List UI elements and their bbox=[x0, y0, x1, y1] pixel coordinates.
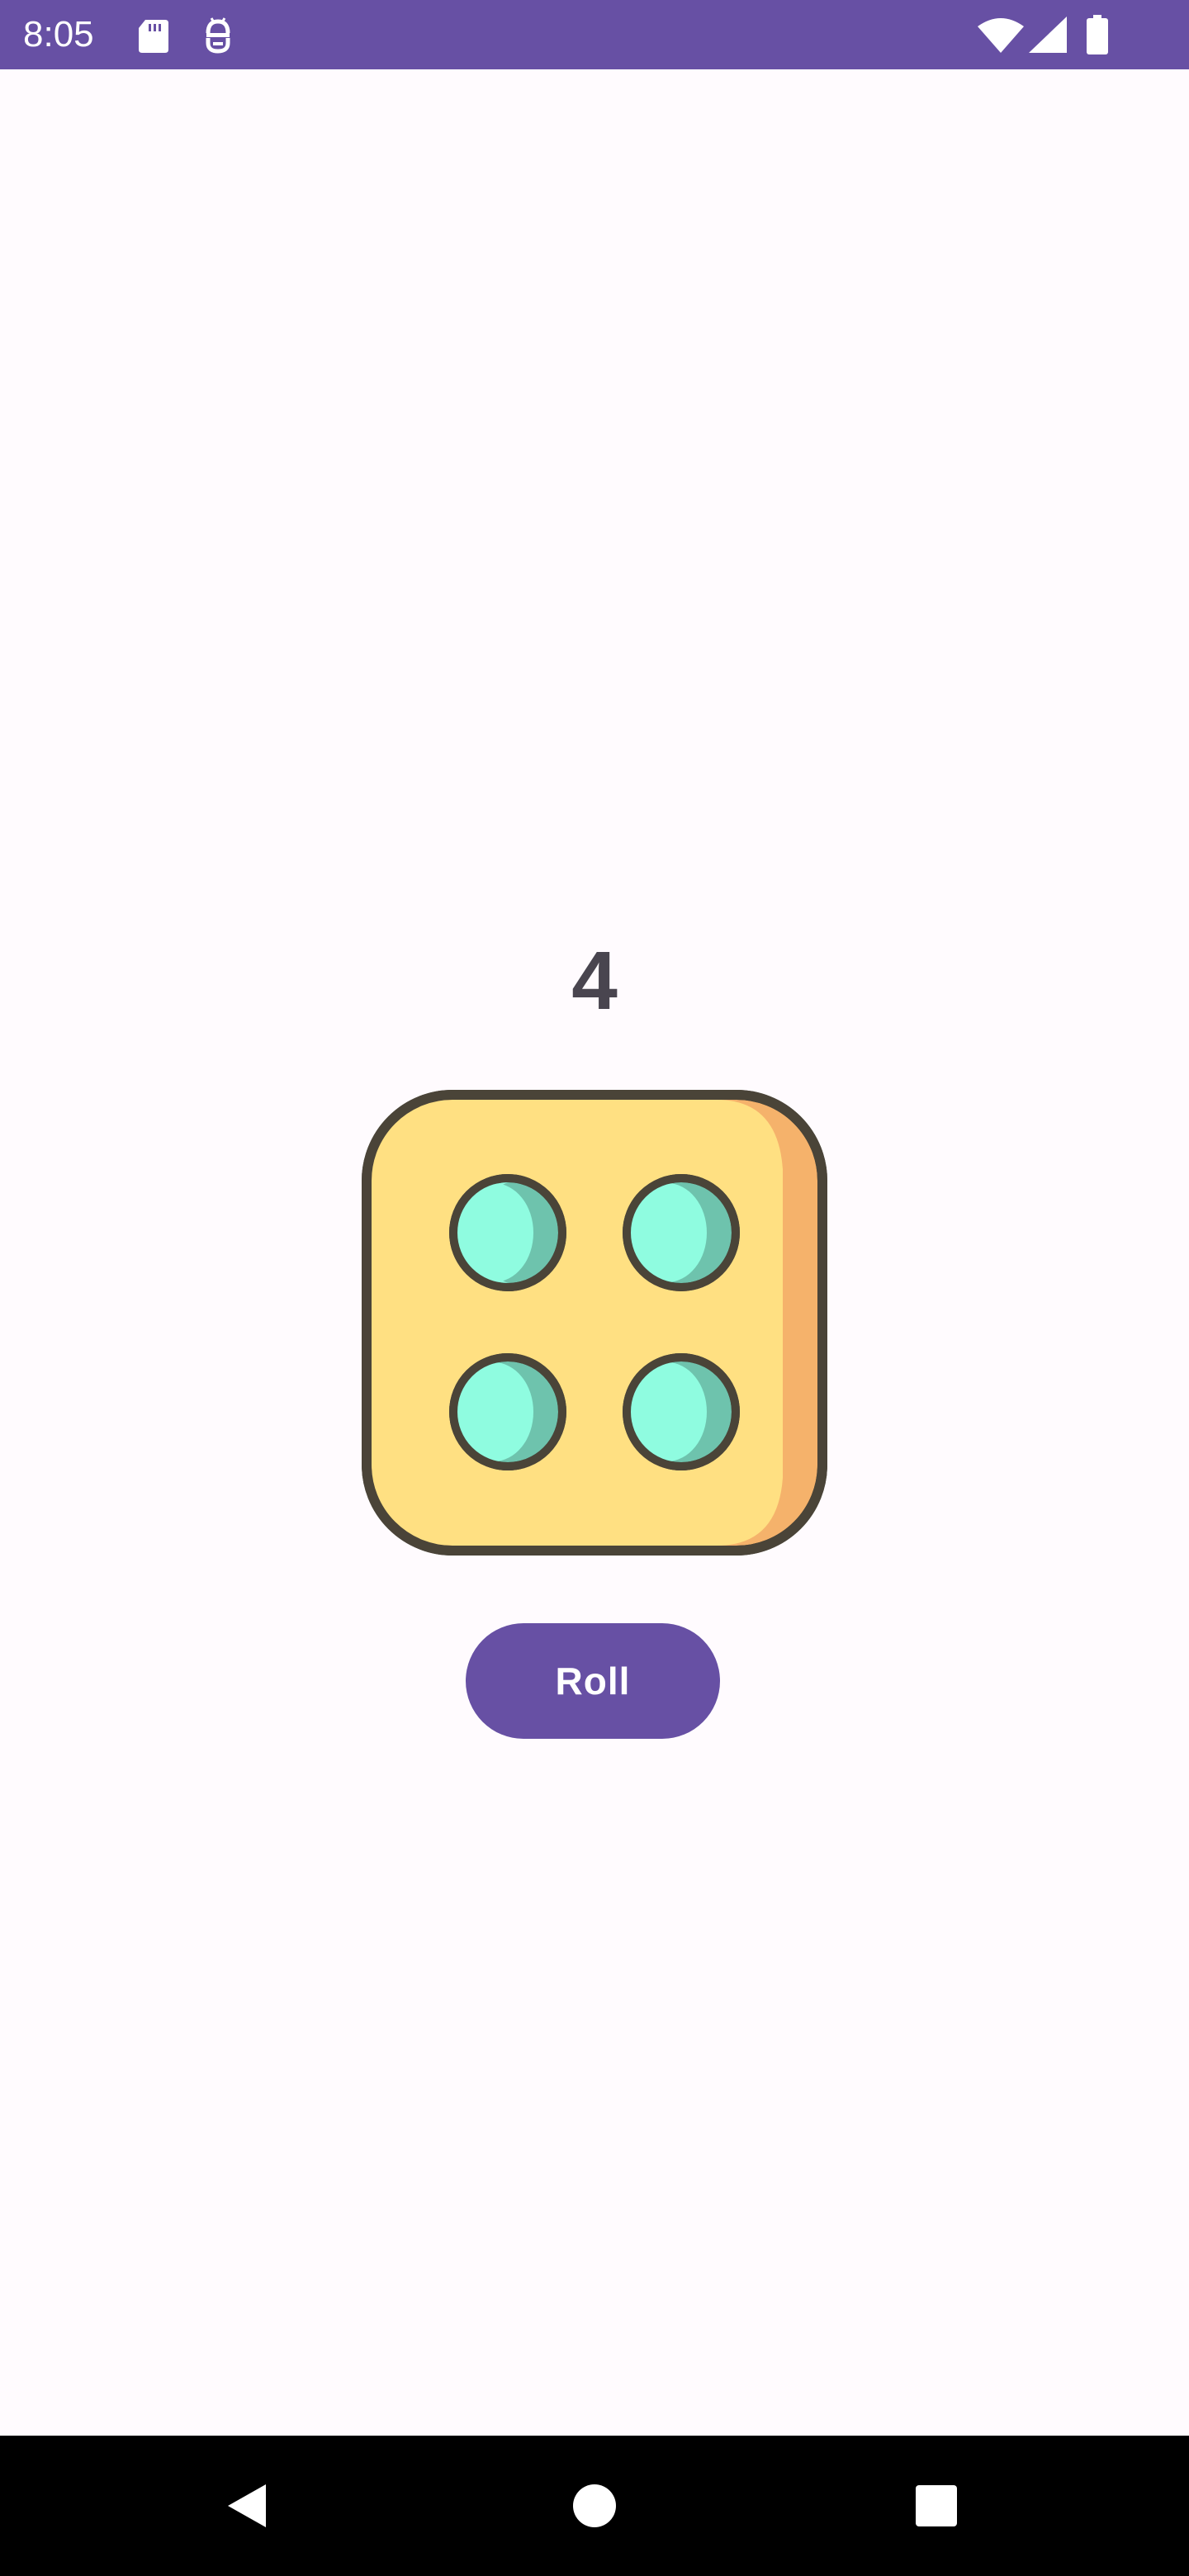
status-time: 8:05 bbox=[23, 14, 94, 54]
recents-button[interactable] bbox=[870, 2436, 1002, 2576]
roll-button[interactable]: Roll bbox=[466, 1623, 720, 1739]
back-button[interactable] bbox=[182, 2436, 314, 2576]
recents-icon bbox=[916, 2485, 957, 2526]
dice-result-text: 4 bbox=[571, 935, 618, 1027]
home-button[interactable] bbox=[528, 2436, 661, 2576]
home-icon bbox=[573, 2484, 616, 2527]
cellular-signal-icon bbox=[1029, 17, 1067, 57]
status-bar: 8:05 bbox=[0, 0, 1189, 69]
dice-image bbox=[362, 1090, 827, 1556]
android-debug-icon bbox=[201, 17, 234, 59]
dice-four-icon bbox=[362, 1090, 827, 1556]
battery-icon bbox=[1087, 15, 1108, 59]
back-icon bbox=[228, 2484, 266, 2527]
app-content: 4 Roll bbox=[0, 69, 1189, 2436]
wifi-icon bbox=[978, 17, 1024, 57]
navigation-bar bbox=[0, 2436, 1189, 2576]
sd-card-icon bbox=[137, 18, 170, 57]
